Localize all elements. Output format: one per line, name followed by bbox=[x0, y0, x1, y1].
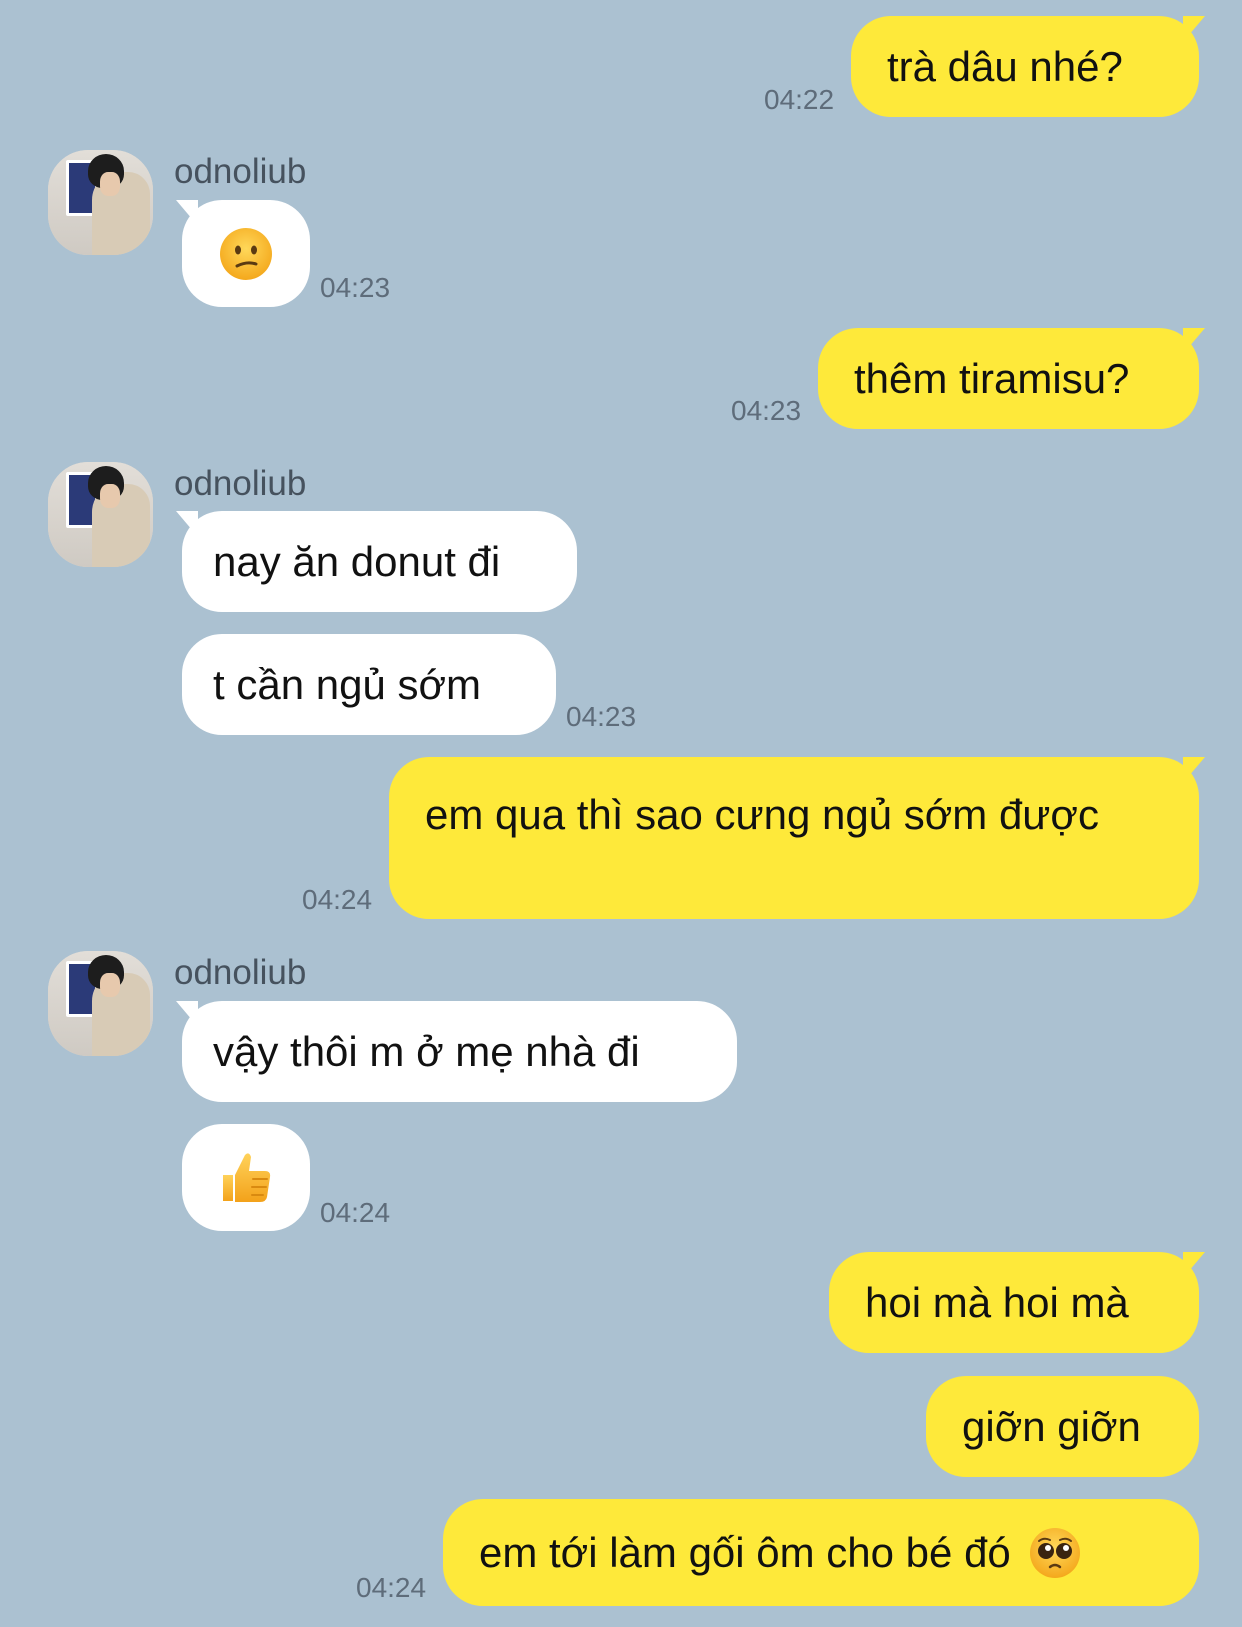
bubble-tail bbox=[1183, 1252, 1205, 1278]
contact-avatar[interactable] bbox=[48, 150, 153, 255]
message-timestamp: 04:23 bbox=[320, 272, 391, 303]
message-text: em qua thì sao cưng ngủ sớm được bbox=[425, 791, 1099, 838]
outgoing-message-bubble[interactable]: hoi mà hoi mà bbox=[829, 1252, 1205, 1353]
message-timestamp: 04:23 bbox=[566, 701, 637, 732]
message-text: nay ăn donut đi bbox=[213, 537, 501, 585]
bubble-tail bbox=[176, 200, 198, 226]
bubble-tail bbox=[176, 1001, 198, 1027]
contact-avatar[interactable] bbox=[48, 462, 153, 567]
thumbs-up-icon bbox=[223, 1152, 271, 1202]
confused-face-icon bbox=[220, 227, 272, 280]
outgoing-message-bubble[interactable]: em tới làm gối ôm cho bé đó bbox=[443, 1499, 1199, 1606]
incoming-message-bubble[interactable] bbox=[176, 200, 310, 307]
bubble-tail bbox=[1183, 757, 1205, 783]
message-text: em tới làm gối ôm cho bé đó bbox=[479, 1528, 1011, 1576]
message-timestamp: 04:24 bbox=[302, 884, 373, 915]
incoming-message-bubble[interactable]: nay ăn donut đi bbox=[176, 511, 577, 612]
message-text: giỡn giỡn bbox=[962, 1402, 1141, 1450]
message-text: vậy thôi m ở mẹ nhà đi bbox=[213, 1027, 640, 1075]
message-timestamp: 04:22 bbox=[764, 84, 835, 115]
chat-thread[interactable]: trà dâu nhé? 04:22 odnoliub 04:23 thêm t… bbox=[0, 0, 1242, 1627]
sender-name: odnoliub bbox=[174, 152, 307, 191]
outgoing-message-bubble[interactable]: thêm tiramisu? bbox=[818, 328, 1205, 429]
message-text: thêm tiramisu? bbox=[854, 354, 1130, 402]
bubble-tail bbox=[1183, 328, 1205, 354]
incoming-message-bubble[interactable]: t cần ngủ sớm bbox=[182, 634, 556, 735]
bubble-tail bbox=[176, 511, 198, 537]
sender-name: odnoliub bbox=[174, 953, 307, 992]
bubble-tail bbox=[1183, 16, 1205, 42]
message-timestamp: 04:24 bbox=[320, 1197, 391, 1228]
sender-name: odnoliub bbox=[174, 464, 307, 503]
outgoing-message-bubble[interactable]: giỡn giỡn bbox=[926, 1376, 1199, 1477]
message-timestamp: 04:23 bbox=[731, 395, 802, 426]
outgoing-message-bubble[interactable]: em qua thì sao cưng ngủ sớm được bbox=[389, 757, 1205, 919]
message-text: hoi mà hoi mà bbox=[865, 1278, 1129, 1326]
pleading-face-icon bbox=[1029, 1527, 1080, 1578]
contact-avatar[interactable] bbox=[48, 951, 153, 1056]
message-text: trà dâu nhé? bbox=[887, 42, 1123, 90]
message-text: t cần ngủ sớm bbox=[213, 660, 481, 708]
incoming-message-bubble[interactable] bbox=[182, 1124, 310, 1231]
outgoing-message-bubble[interactable]: trà dâu nhé? bbox=[851, 16, 1205, 117]
message-timestamp: 04:24 bbox=[356, 1572, 427, 1603]
incoming-message-bubble[interactable]: vậy thôi m ở mẹ nhà đi bbox=[176, 1001, 737, 1102]
